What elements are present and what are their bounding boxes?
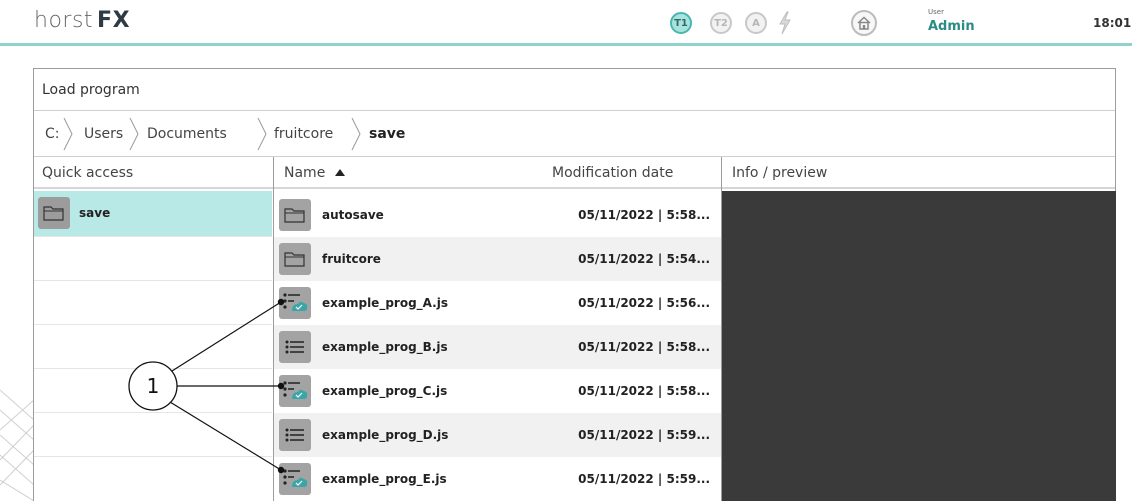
file-date: 05/11/2022 | 5:59... — [578, 472, 710, 486]
breadcrumb-separator-icon — [63, 117, 73, 151]
breadcrumb-separator-icon — [351, 117, 361, 151]
topbar-accent-line — [0, 43, 1132, 46]
brand-logo: horst FX — [34, 8, 130, 33]
file-date: 05/11/2022 | 5:58... — [578, 340, 710, 354]
power-bolt-icon — [779, 11, 791, 35]
breadcrumb: C: Users Documents fruitcore save — [34, 111, 1115, 157]
column-info-preview: Info / preview — [732, 165, 828, 181]
program-list-icon — [279, 419, 311, 451]
program-cloud-icon — [279, 463, 311, 495]
program-cloud-icon — [279, 287, 311, 319]
file-name: example_prog_A.js — [322, 296, 448, 310]
breadcrumb-item-documents[interactable]: Documents — [147, 111, 227, 157]
file-row[interactable]: fruitcore 05/11/2022 | 5:54... — [274, 237, 721, 281]
brand-light: horst — [34, 8, 94, 33]
mode-auto-button[interactable]: A — [745, 12, 767, 34]
file-name: example_prog_C.js — [322, 384, 448, 398]
sort-ascending-icon — [334, 169, 345, 176]
column-quick-access: Quick access — [42, 165, 134, 181]
file-row[interactable]: example_prog_C.js 05/11/2022 | 5:58... — [274, 369, 721, 413]
callout-number: 1 — [146, 374, 160, 398]
quick-access-item-save[interactable]: save — [34, 191, 272, 236]
quick-access-empty-row — [34, 456, 272, 500]
file-date: 05/11/2022 | 5:58... — [578, 208, 710, 222]
mode-t1-button[interactable]: T1 — [670, 12, 692, 34]
breadcrumb-separator-icon — [129, 117, 139, 151]
file-row[interactable]: example_prog_B.js 05/11/2022 | 5:58... — [274, 325, 721, 369]
load-program-dialog: Load program C: Users Documents fruitcor… — [33, 68, 1116, 501]
column-header-row: Quick access Name Modification date Info… — [34, 157, 1115, 189]
column-name-header[interactable]: Name — [284, 157, 346, 189]
file-name: fruitcore — [322, 252, 381, 266]
mode-t2-button[interactable]: T2 — [710, 12, 732, 34]
breadcrumb-item-save[interactable]: save — [369, 111, 405, 157]
home-icon — [857, 16, 871, 30]
folder-icon — [279, 199, 311, 231]
app-window: horst FX T1 T2 A User Admin 18:01 Load pr… — [0, 0, 1132, 501]
file-date: 05/11/2022 | 5:58... — [578, 384, 710, 398]
file-row[interactable]: example_prog_E.js 05/11/2022 | 5:59... — [274, 457, 721, 501]
user-caption: User — [928, 8, 944, 16]
file-row[interactable]: example_prog_A.js 05/11/2022 | 5:56... — [274, 281, 721, 325]
brand-bold: FX — [97, 8, 131, 33]
dialog-title: Load program — [34, 69, 1115, 111]
file-date: 05/11/2022 | 5:54... — [578, 252, 710, 266]
program-cloud-icon — [279, 375, 311, 407]
background-wireframe — [0, 389, 34, 501]
program-list-icon — [279, 331, 311, 363]
info-preview-panel — [722, 191, 1116, 501]
home-button[interactable] — [851, 10, 877, 36]
file-name: example_prog_E.js — [322, 472, 447, 486]
file-row[interactable]: example_prog_D.js 05/11/2022 | 5:59... — [274, 413, 721, 457]
file-name: example_prog_D.js — [322, 428, 449, 442]
quick-access-empty-row — [34, 236, 272, 280]
breadcrumb-separator-icon — [257, 117, 267, 151]
quick-access-empty-row — [34, 412, 272, 456]
clock: 18:01 — [1093, 16, 1132, 30]
breadcrumb-item-users[interactable]: Users — [84, 111, 123, 157]
file-date: 05/11/2022 | 5:56... — [578, 296, 710, 310]
file-name: example_prog_B.js — [322, 340, 448, 354]
column-modification-date[interactable]: Modification date — [552, 157, 673, 189]
quick-access-empty-row — [34, 324, 272, 368]
file-date: 05/11/2022 | 5:59... — [578, 428, 710, 442]
breadcrumb-item-c[interactable]: C: — [45, 111, 60, 157]
column-name-label: Name — [284, 165, 326, 181]
quick-access-label: save — [79, 206, 111, 220]
user-name[interactable]: Admin — [928, 19, 975, 34]
folder-icon — [279, 243, 311, 275]
breadcrumb-item-fruitcore[interactable]: fruitcore — [274, 111, 333, 157]
quick-access-empty-row — [34, 280, 272, 324]
file-name: autosave — [322, 208, 384, 222]
folder-icon — [38, 197, 70, 229]
top-bar: horst FX T1 T2 A User Admin 18:01 — [0, 0, 1132, 46]
file-row[interactable]: autosave 05/11/2022 | 5:58... — [274, 193, 721, 237]
